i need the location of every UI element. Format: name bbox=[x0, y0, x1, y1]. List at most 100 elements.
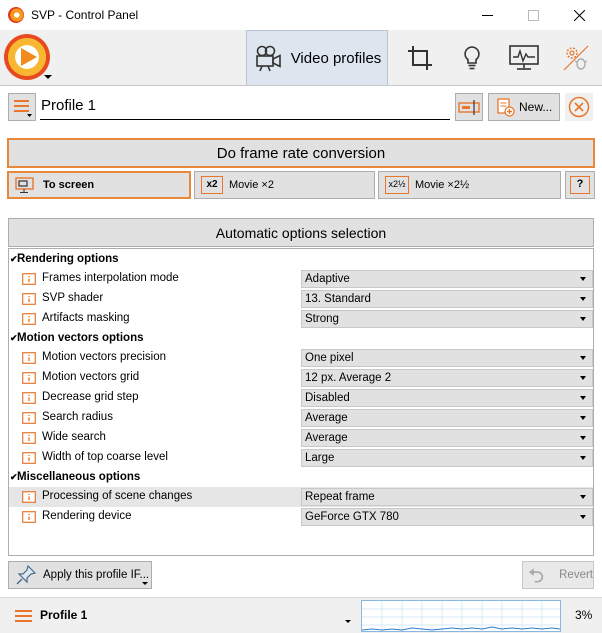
options-section-header[interactable]: ✔ Rendering options bbox=[9, 250, 593, 269]
main-toolbar: Video profiles bbox=[0, 30, 602, 86]
option-label: Rendering device bbox=[42, 510, 132, 522]
option-row: Motion vectors grid 12 px. Average 2 bbox=[9, 368, 593, 388]
lightbulb-icon bbox=[464, 45, 480, 69]
option-info-icon[interactable] bbox=[22, 452, 36, 464]
status-dropdown-caret-icon[interactable] bbox=[345, 620, 351, 623]
option-label: Processing of scene changes bbox=[42, 490, 193, 502]
video-camera-icon bbox=[255, 45, 281, 72]
maximize-button[interactable] bbox=[510, 0, 556, 30]
dropdown-arrow-icon bbox=[580, 297, 586, 301]
cpu-usage-percent: 3% bbox=[575, 608, 593, 622]
mode-movie-x2-5-label: Movie ×2½ bbox=[415, 179, 470, 191]
dropdown-arrow-icon bbox=[580, 277, 586, 281]
option-value: Large bbox=[305, 452, 335, 464]
option-info-icon[interactable] bbox=[22, 491, 36, 503]
svp-app-icon bbox=[8, 7, 24, 23]
option-label: Decrease grid step bbox=[42, 391, 139, 403]
dropdown-arrow-icon bbox=[580, 317, 586, 321]
option-value: 12 px. Average 2 bbox=[305, 372, 392, 384]
option-value-dropdown[interactable]: Adaptive bbox=[301, 270, 593, 288]
dropdown-arrow-icon bbox=[580, 376, 586, 380]
option-label: Width of top coarse level bbox=[42, 451, 168, 463]
section-collapse-icon[interactable]: ✔ bbox=[10, 329, 18, 348]
option-value-dropdown[interactable]: Average bbox=[301, 409, 593, 427]
option-info-icon[interactable] bbox=[22, 352, 36, 364]
tab-tips[interactable] bbox=[446, 30, 498, 85]
revert-button[interactable]: Revert bbox=[522, 561, 594, 589]
mode-to-screen-button[interactable]: To screen bbox=[7, 171, 191, 199]
close-window-button[interactable] bbox=[556, 0, 602, 30]
profile-row: Profile 1 New... bbox=[0, 87, 602, 127]
profile-menu-button[interactable] bbox=[8, 93, 36, 121]
option-value-dropdown[interactable]: Strong bbox=[301, 310, 593, 328]
mode-to-screen-label: To screen bbox=[43, 179, 95, 191]
new-profile-button[interactable]: New... bbox=[488, 93, 560, 121]
close-circle-icon bbox=[568, 96, 590, 118]
mode-movie-x2-5-button[interactable]: x2½ Movie ×2½ bbox=[378, 171, 561, 199]
option-value-dropdown[interactable]: 13. Standard bbox=[301, 290, 593, 308]
option-value-dropdown[interactable]: Large bbox=[301, 449, 593, 467]
section-title: Miscellaneous options bbox=[17, 471, 141, 483]
option-info-icon[interactable] bbox=[22, 432, 36, 444]
dropdown-arrow-icon bbox=[580, 356, 586, 360]
option-value: Adaptive bbox=[305, 273, 350, 285]
tab-video-profiles-label: Video profiles bbox=[290, 49, 382, 67]
dropdown-arrow-icon bbox=[580, 456, 586, 460]
profile-name-field[interactable]: Profile 1 bbox=[40, 96, 450, 120]
window-title: SVP - Control Panel bbox=[31, 8, 139, 22]
option-info-icon[interactable] bbox=[22, 372, 36, 384]
option-value-dropdown[interactable]: GeForce GTX 780 bbox=[301, 508, 593, 526]
hamburger-menu-icon bbox=[14, 100, 32, 117]
delete-profile-button[interactable] bbox=[565, 93, 593, 121]
mode-movie-x2-button[interactable]: x2 Movie ×2 bbox=[194, 171, 375, 199]
option-value-dropdown[interactable]: 12 px. Average 2 bbox=[301, 369, 593, 387]
app-menu-button[interactable] bbox=[4, 34, 52, 82]
option-info-icon[interactable] bbox=[22, 412, 36, 424]
option-value-dropdown[interactable]: One pixel bbox=[301, 349, 593, 367]
options-section-header[interactable]: ✔ Motion vectors options bbox=[9, 329, 593, 348]
option-info-icon[interactable] bbox=[22, 273, 36, 285]
options-section-header[interactable]: ✔ Miscellaneous options bbox=[9, 468, 593, 487]
status-profile-name[interactable]: Profile 1 bbox=[40, 608, 87, 622]
option-row: Artifacts masking Strong bbox=[9, 309, 593, 329]
frame-rate-conversion-toggle[interactable]: Do frame rate conversion bbox=[7, 138, 595, 168]
options-grid: ✔ Rendering options Frames interpolation m… bbox=[8, 248, 594, 556]
profile-rename-button[interactable] bbox=[455, 93, 483, 121]
tab-video-profiles[interactable]: Video profiles bbox=[246, 30, 388, 85]
option-value: Disabled bbox=[305, 392, 350, 404]
mode-movie-x2-label: Movie ×2 bbox=[229, 179, 274, 191]
option-value-dropdown[interactable]: Average bbox=[301, 429, 593, 447]
monitor-icon bbox=[509, 44, 539, 70]
option-row: Wide search Average bbox=[9, 428, 593, 448]
option-info-icon[interactable] bbox=[22, 293, 36, 305]
option-row: Rendering device GeForce GTX 780 bbox=[9, 507, 593, 527]
apply-profile-if-button[interactable]: Apply this profile IF... bbox=[8, 561, 152, 589]
option-value-dropdown[interactable]: Repeat frame bbox=[301, 488, 593, 506]
section-collapse-icon[interactable]: ✔ bbox=[10, 250, 18, 269]
option-info-icon[interactable] bbox=[22, 392, 36, 404]
new-document-icon bbox=[497, 98, 515, 117]
title-bar: SVP - Control Panel bbox=[0, 0, 602, 30]
option-info-icon[interactable] bbox=[22, 313, 36, 325]
option-info-icon[interactable] bbox=[22, 511, 36, 523]
automatic-options-button[interactable]: Automatic options selection bbox=[8, 218, 594, 247]
dropdown-arrow-icon bbox=[580, 436, 586, 440]
section-title: Motion vectors options bbox=[17, 332, 144, 344]
section-collapse-icon[interactable]: ✔ bbox=[10, 468, 18, 487]
movie-x2-5-badge: x2½ bbox=[388, 179, 406, 189]
tab-monitor[interactable] bbox=[498, 30, 550, 85]
dropdown-caret-icon bbox=[44, 75, 52, 79]
option-label: Motion vectors grid bbox=[42, 371, 140, 383]
option-label: Wide search bbox=[42, 431, 106, 443]
option-value: GeForce GTX 780 bbox=[305, 511, 399, 523]
option-row: Decrease grid step Disabled bbox=[9, 388, 593, 408]
tab-settings[interactable] bbox=[550, 30, 602, 85]
apply-profile-if-label: Apply this profile IF... bbox=[43, 569, 150, 581]
status-menu-icon[interactable] bbox=[14, 607, 34, 625]
mode-help-button[interactable]: ? bbox=[565, 171, 595, 199]
tab-crop[interactable] bbox=[394, 30, 446, 85]
option-label: SVP shader bbox=[42, 292, 104, 304]
minimize-button[interactable] bbox=[464, 0, 510, 30]
option-value-dropdown[interactable]: Disabled bbox=[301, 389, 593, 407]
option-label: Motion vectors precision bbox=[42, 351, 166, 363]
